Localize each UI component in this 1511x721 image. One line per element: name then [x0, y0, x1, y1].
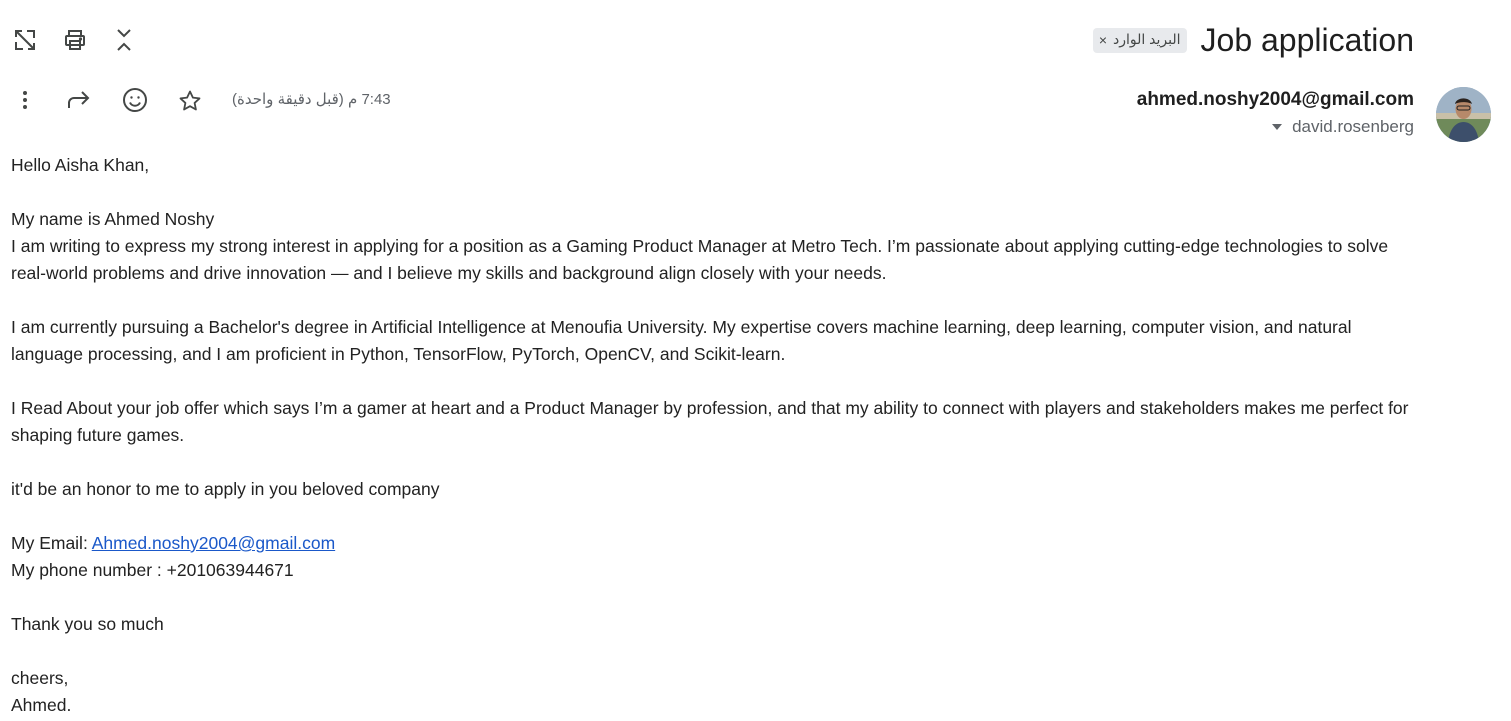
- name-line: My name is Ahmed Noshy: [11, 209, 215, 229]
- sender-email[interactable]: ahmed.noshy2004@gmail.com: [1137, 89, 1414, 111]
- open-in-new-window-icon[interactable]: [10, 25, 40, 55]
- recipient-name: david.rosenberg: [1292, 117, 1414, 136]
- subject-row: × البريد الوارد Job application: [1092, 18, 1414, 62]
- email-subject: Job application: [1200, 22, 1414, 58]
- signoff-line: cheers,: [11, 668, 69, 688]
- more-options-icon[interactable]: [12, 86, 38, 114]
- emoji-reaction-icon[interactable]: [120, 85, 150, 115]
- education-paragraph: I am currently pursuing a Bachelor's deg…: [11, 317, 1352, 364]
- email-body: Hello Aisha Khan, My name is Ahmed Noshy…: [11, 152, 1421, 719]
- honor-line: it'd be an honor to me to apply in you b…: [11, 479, 440, 499]
- inbox-label-chip[interactable]: × البريد الوارد: [1092, 27, 1187, 53]
- signature-line: Ahmed.: [11, 695, 72, 715]
- thanks-line: Thank you so much: [11, 614, 164, 634]
- greeting: Hello Aisha Khan,: [11, 155, 150, 175]
- sender-avatar[interactable]: [1436, 87, 1491, 142]
- star-icon[interactable]: [175, 86, 205, 116]
- printer-icon[interactable]: [60, 25, 90, 55]
- job-offer-paragraph: I Read About your job offer which says I…: [11, 398, 1409, 445]
- message-timestamp: 7:43 م (قبل دقيقة واحدة): [232, 91, 391, 108]
- interest-paragraph: I am writing to express my strong intere…: [11, 236, 1389, 283]
- remove-label-icon[interactable]: ×: [1099, 33, 1107, 47]
- email-label: My Email:: [11, 533, 92, 553]
- forward-icon[interactable]: [64, 86, 94, 114]
- inbox-label-text: البريد الوارد: [1113, 31, 1181, 47]
- recipient-details-toggle[interactable]: david.rosenberg: [1272, 117, 1414, 137]
- collapse-all-icon[interactable]: [109, 25, 139, 55]
- phone-line: My phone number : +201063944671: [11, 560, 294, 580]
- email-line: My Email: Ahmed.noshy2004@gmail.com: [11, 530, 1421, 557]
- email-link[interactable]: Ahmed.noshy2004@gmail.com: [92, 533, 335, 553]
- chevron-down-icon[interactable]: [1272, 124, 1283, 130]
